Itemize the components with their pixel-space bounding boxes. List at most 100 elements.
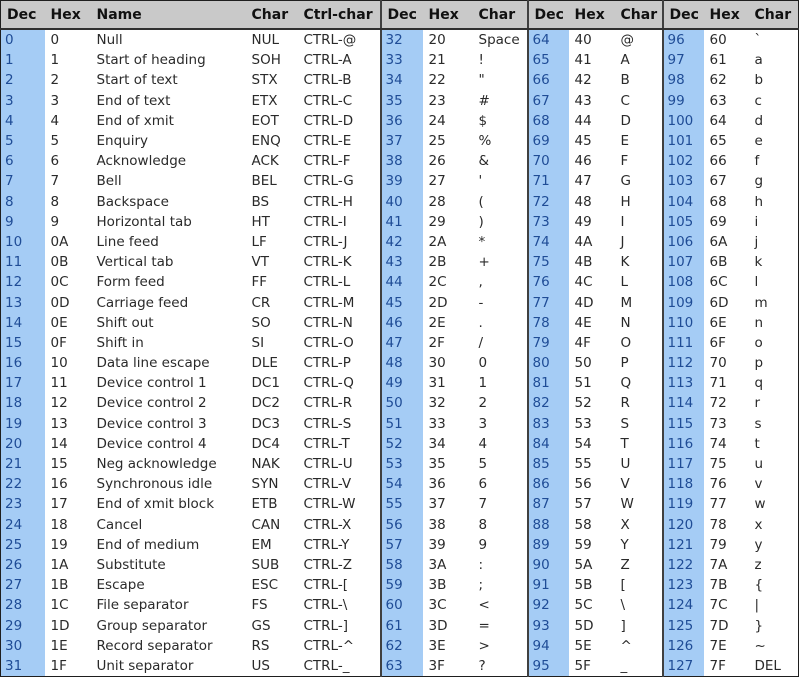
char-cell: SYN <box>251 476 279 493</box>
hex-cell: 0 <box>50 32 60 49</box>
char-cell: > <box>478 637 490 654</box>
dec-cell: 26 <box>0 554 45 576</box>
dec-cell: 78 <box>526 312 569 333</box>
hex-cell: 76 <box>709 476 727 493</box>
name-cell: Record separator <box>96 637 213 654</box>
hex-cell: 6B <box>709 254 728 271</box>
hex-cell: 41 <box>574 52 592 69</box>
header-ctrl-char: Ctrl-char <box>297 0 381 30</box>
hex-cell: 24 <box>428 112 446 129</box>
name-cell: Backspace <box>96 193 169 210</box>
char-cell: a <box>754 52 763 69</box>
ctrl-char-cell: CTRL-M <box>303 294 355 311</box>
table-row: 8 8 Backspace BS CTRL-H 40 28 (72 48 H 104 68 h <box>0 191 799 212</box>
hex-cell: 3C <box>428 597 447 614</box>
dec-cell: 27 <box>0 575 45 596</box>
hex-cell: 4A <box>574 233 593 250</box>
table-row: 11 0B Vertical tab VT CTRL-K 43 2B +75 4B K 107 6B k <box>0 252 799 273</box>
char-cell: DC2 <box>251 395 280 412</box>
ctrl-char-cell: CTRL-K <box>303 254 352 271</box>
dec-cell: 15 <box>0 332 45 353</box>
hex-cell: 57 <box>574 496 592 513</box>
hex-cell: 46 <box>574 153 592 170</box>
hex-cell: 50 <box>574 355 592 372</box>
hex-cell: 73 <box>709 415 727 432</box>
char-cell: z <box>754 556 762 573</box>
hex-cell: 68 <box>709 193 727 210</box>
hex-cell: 35 <box>428 456 446 473</box>
dec-cell: 70 <box>526 151 569 172</box>
char-cell: q <box>754 375 764 392</box>
header-hex: Hex <box>44 0 91 30</box>
table-row: 15 0F Shift in SI CTRL-O 47 2F / 79 4F O 111 6F o <box>0 332 799 353</box>
name-cell: Device control 2 <box>96 395 207 412</box>
name-cell: Null <box>96 32 123 49</box>
hex-cell: 33 <box>428 415 446 432</box>
hex-cell: 0F <box>50 334 67 351</box>
dec-cell: 87 <box>526 494 569 515</box>
dec-cell: 88 <box>526 514 569 535</box>
hex-cell: 1 <box>50 52 60 69</box>
hex-cell: 66 <box>709 153 727 170</box>
dec-cell: 117 <box>661 453 704 475</box>
hex-cell: 2D <box>428 294 448 311</box>
hex-cell: 43 <box>574 92 592 109</box>
table-row: 17 11 Device control 1 DC1 CTRL-Q 49 31 1 81 51 Q 1… <box>0 373 799 394</box>
hex-cell: 6C <box>709 274 728 291</box>
char-cell: - <box>478 294 484 311</box>
dec-cell: 77 <box>526 292 569 313</box>
char-cell: = <box>478 617 490 634</box>
name-cell: Start of text <box>96 72 178 89</box>
hex-cell: 3E <box>428 637 446 654</box>
name-cell: Shift out <box>96 314 154 331</box>
hex-cell: 20 <box>428 32 446 49</box>
char-cell: BS <box>251 193 270 210</box>
ctrl-char-cell: CTRL-^ <box>303 637 355 654</box>
char-cell: VT <box>251 254 269 271</box>
dec-cell: 124 <box>661 595 704 616</box>
hex-cell: 0E <box>50 314 68 331</box>
dec-cell: 6 <box>0 151 45 172</box>
ctrl-char-cell: CTRL-Q <box>303 375 354 392</box>
hex-cell: 6F <box>709 334 726 351</box>
ctrl-char-cell: CTRL-L <box>303 274 351 291</box>
char-cell: RS <box>251 637 270 654</box>
hex-cell: 37 <box>428 496 446 513</box>
char-cell: ~ <box>754 637 766 654</box>
dec-cell: 41 <box>379 211 423 232</box>
hex-cell: 10 <box>50 355 68 372</box>
dec-cell: 63 <box>379 655 423 677</box>
char-cell: @ <box>620 32 635 49</box>
char-cell: : <box>478 556 484 573</box>
hex-cell: 53 <box>574 415 592 432</box>
dec-cell: 46 <box>379 312 423 333</box>
name-cell: File separator <box>96 597 189 614</box>
hex-cell: 62 <box>709 72 727 89</box>
char-cell: v <box>754 476 763 493</box>
hex-cell: 6D <box>709 294 729 311</box>
name-cell: Start of heading <box>96 52 206 69</box>
name-cell: Data line escape <box>96 355 210 372</box>
dec-cell: 5 <box>0 130 45 152</box>
hex-cell: 38 <box>428 516 446 533</box>
hex-cell: 30 <box>428 355 446 372</box>
char-cell: h <box>754 193 764 210</box>
char-cell: L <box>620 274 629 291</box>
dec-cell: 114 <box>661 393 704 414</box>
char-cell: LF <box>251 233 267 250</box>
dec-cell: 30 <box>0 635 45 656</box>
table-row: 7 7 Bell BEL CTRL-G 39 27 ' 71 47 G 103 67 g <box>0 171 799 192</box>
header-dec: Dec <box>0 0 45 30</box>
ctrl-char-cell: CTRL-_ <box>303 657 350 674</box>
dec-cell: 29 <box>0 615 45 636</box>
char-cell: T <box>620 435 629 452</box>
dec-cell: 99 <box>661 90 704 111</box>
char-cell: ` <box>754 32 762 49</box>
char-cell: w <box>754 496 766 513</box>
char-cell: C <box>620 92 630 109</box>
hex-cell: 7C <box>709 597 728 614</box>
char-cell: U <box>620 456 631 473</box>
ctrl-char-cell: CTRL-F <box>303 153 351 170</box>
ctrl-char-cell: CTRL-X <box>303 516 352 533</box>
hex-cell: 18 <box>50 516 68 533</box>
